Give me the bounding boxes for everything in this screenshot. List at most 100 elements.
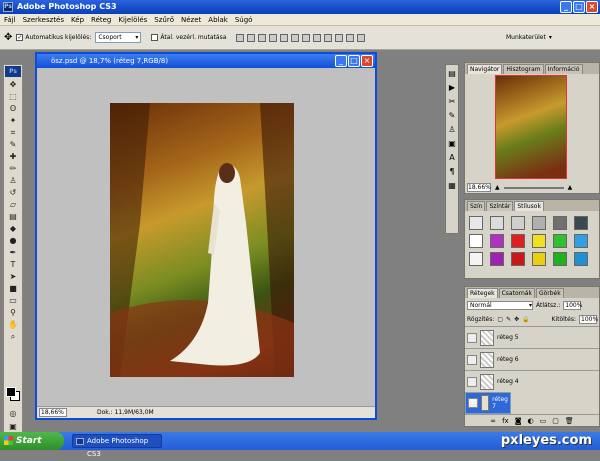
brush-tool-icon[interactable]: ✏: [6, 163, 20, 174]
doc-maximize-button[interactable]: □: [348, 55, 360, 67]
lasso-tool-icon[interactable]: ʘ: [6, 103, 20, 114]
style-swatch[interactable]: [574, 252, 588, 266]
start-button[interactable]: Start: [0, 432, 64, 450]
quick-mask-icon[interactable]: ◎: [6, 408, 20, 419]
zoom-in-icon[interactable]: ▲: [568, 184, 573, 191]
lock-transparency-icon[interactable]: ▢: [497, 316, 503, 323]
doc-minimize-button[interactable]: _: [335, 55, 347, 67]
distribute-top-icon[interactable]: [302, 33, 311, 42]
shape-tool-icon[interactable]: ■: [6, 283, 20, 294]
auto-select-dropdown[interactable]: Csoport ▾: [95, 32, 142, 43]
menu-item-file[interactable]: Fájl: [4, 16, 16, 24]
dodge-tool-icon[interactable]: ●: [6, 235, 20, 246]
style-swatch[interactable]: [532, 252, 546, 266]
style-swatch[interactable]: [574, 216, 588, 230]
link-layers-icon[interactable]: ∞: [490, 417, 496, 425]
canvas-image[interactable]: [110, 103, 294, 377]
layer-comps-icon[interactable]: ▣: [447, 139, 457, 149]
style-swatch[interactable]: [511, 216, 525, 230]
healing-brush-tool-icon[interactable]: ✚: [6, 151, 20, 162]
style-swatch[interactable]: [511, 234, 525, 248]
new-group-icon[interactable]: ▭: [540, 417, 547, 425]
actions-panel-icon[interactable]: ▶: [447, 83, 457, 93]
minimize-button[interactable]: _: [560, 1, 572, 13]
tab-layers[interactable]: Rétegek: [467, 288, 498, 298]
blend-mode-dropdown[interactable]: Normál ▾: [467, 300, 533, 310]
layer-visibility-toggle[interactable]: [467, 354, 477, 365]
layer-row-selected[interactable]: 👁 réteg 7: [465, 392, 511, 414]
tab-color[interactable]: Szín: [467, 201, 486, 211]
workspace-button[interactable]: Munkaterület ▾: [506, 31, 552, 44]
show-transform-checkbox[interactable]: [151, 34, 159, 41]
menu-item-image[interactable]: Kép: [71, 16, 84, 24]
history-brush-tool-icon[interactable]: ↺: [6, 187, 20, 198]
navigator-zoom-slider[interactable]: [503, 186, 564, 189]
style-swatch[interactable]: [532, 216, 546, 230]
tab-info[interactable]: Információ: [544, 64, 583, 74]
move-tool-icon[interactable]: ✥: [6, 79, 20, 90]
clone-stamp-tool-icon[interactable]: ♙: [6, 175, 20, 186]
taskbar-item-photoshop[interactable]: Adobe Photoshop CS3: [72, 434, 162, 458]
style-swatch[interactable]: [532, 234, 546, 248]
maximize-button[interactable]: □: [573, 1, 585, 13]
menu-item-view[interactable]: Nézet: [181, 16, 201, 24]
new-layer-icon[interactable]: ▢: [552, 417, 559, 425]
style-swatch[interactable]: [553, 234, 567, 248]
menu-item-window[interactable]: Ablak: [208, 16, 228, 24]
tab-navigator[interactable]: Navigátor: [467, 64, 503, 74]
layer-mask-icon[interactable]: ◙: [515, 417, 522, 425]
auto-select-checkbox[interactable]: ✓: [16, 34, 24, 41]
info-panel-icon[interactable]: ▦: [447, 181, 457, 191]
menu-item-edit[interactable]: Szerkesztés: [23, 16, 64, 24]
magic-wand-tool-icon[interactable]: ✦: [6, 115, 20, 126]
style-swatch[interactable]: [490, 252, 504, 266]
gradient-tool-icon[interactable]: ▤: [6, 211, 20, 222]
screen-mode-icon[interactable]: ▣: [6, 421, 20, 432]
align-right-icon[interactable]: [291, 33, 300, 42]
distribute-right-icon[interactable]: [357, 33, 366, 42]
distribute-hcenter-icon[interactable]: [346, 33, 355, 42]
character-panel-icon[interactable]: A: [447, 153, 457, 163]
menu-item-filter[interactable]: Szűrő: [154, 16, 174, 24]
style-swatch[interactable]: [553, 252, 567, 266]
menu-item-layer[interactable]: Réteg: [91, 16, 111, 24]
style-swatch[interactable]: [469, 234, 483, 248]
style-swatch[interactable]: [469, 216, 483, 230]
move-tool-icon[interactable]: ✥: [4, 32, 12, 43]
marquee-tool-icon[interactable]: ⬚: [6, 91, 20, 102]
tab-styles[interactable]: Stílusok: [514, 201, 544, 211]
adjustment-layer-icon[interactable]: ◐: [528, 417, 534, 425]
zoom-out-icon[interactable]: ▲: [495, 184, 500, 191]
navigator-thumbnail[interactable]: [495, 75, 567, 179]
crop-tool-icon[interactable]: ⌗: [6, 127, 20, 138]
layer-row[interactable]: réteg 4: [465, 370, 599, 392]
eyedropper-tool-icon[interactable]: ⚲: [6, 307, 20, 318]
style-swatch[interactable]: [553, 216, 567, 230]
style-swatch[interactable]: [574, 234, 588, 248]
clone-source-icon[interactable]: ♙: [447, 125, 457, 135]
distribute-bottom-icon[interactable]: [324, 33, 333, 42]
blur-tool-icon[interactable]: ◆: [6, 223, 20, 234]
zoom-tool-icon[interactable]: ⌕: [6, 331, 20, 342]
lock-pixels-icon[interactable]: ✎: [506, 316, 511, 323]
type-tool-icon[interactable]: T: [6, 259, 20, 270]
align-bottom-icon[interactable]: [258, 33, 267, 42]
foreground-color-swatch[interactable]: [6, 387, 16, 397]
paragraph-panel-icon[interactable]: ¶: [447, 167, 457, 177]
layer-visibility-toggle[interactable]: 👁: [468, 398, 478, 408]
distribute-left-icon[interactable]: [335, 33, 344, 42]
align-hcenter-icon[interactable]: [280, 33, 289, 42]
style-swatch[interactable]: [490, 234, 504, 248]
slice-tool-icon[interactable]: ✎: [6, 139, 20, 150]
menu-item-help[interactable]: Súgó: [235, 16, 253, 24]
layer-visibility-toggle[interactable]: [467, 376, 477, 387]
canvas-area[interactable]: [37, 68, 375, 408]
hand-tool-icon[interactable]: ✋: [6, 319, 20, 330]
align-vcenter-icon[interactable]: [247, 33, 256, 42]
history-panel-icon[interactable]: ▤: [447, 69, 457, 79]
tab-histogram[interactable]: Hisztogram: [503, 64, 544, 74]
align-left-icon[interactable]: [269, 33, 278, 42]
tab-swatches[interactable]: Színtár: [486, 201, 514, 211]
eraser-tool-icon[interactable]: ▱: [6, 199, 20, 210]
pen-tool-icon[interactable]: ✒: [6, 247, 20, 258]
